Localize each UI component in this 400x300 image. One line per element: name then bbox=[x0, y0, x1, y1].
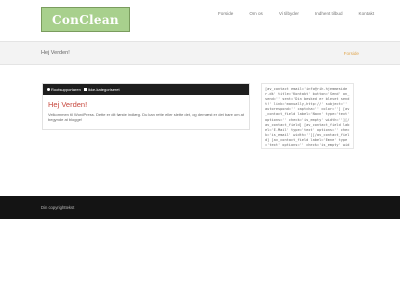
folder-icon bbox=[83, 88, 87, 91]
post-category[interactable]: Ikke-kategoriseret bbox=[83, 87, 120, 92]
site-footer: Din copyrighttekst bbox=[0, 196, 400, 219]
breadcrumb[interactable]: Forside bbox=[344, 51, 359, 56]
user-icon bbox=[47, 88, 50, 91]
site-logo[interactable]: ConClean bbox=[41, 7, 130, 32]
title-bar: Hej Verden! Forside bbox=[0, 41, 400, 65]
nav-item-vi-tilbyder[interactable]: Vi tilbyder bbox=[271, 10, 307, 17]
sidebar-widget: [av_contact email='info@rih-hjemmesider.… bbox=[261, 83, 354, 149]
nav-item-indhent-tilbud[interactable]: Indhent tilbud bbox=[307, 10, 351, 17]
nav-item-forside[interactable]: Forside bbox=[210, 10, 241, 17]
main-nav: Forside Om os Vi tilbyder Indhent tilbud… bbox=[210, 10, 382, 17]
copyright-text: Din copyrighttekst bbox=[41, 205, 75, 210]
post-body: Velkommen til WordPress. Dette er dit fø… bbox=[48, 112, 245, 123]
page-title: Hej Verden! bbox=[41, 50, 70, 56]
nav-item-kontakt[interactable]: Kontakt bbox=[351, 10, 383, 17]
sidebar-shortcode-text: [av_contact email='info@rih-hjemmesider.… bbox=[265, 87, 350, 148]
post-category-label: Ikke-kategoriseret bbox=[87, 87, 120, 92]
post-author-label: Rootsupportaren bbox=[51, 87, 81, 92]
post-author[interactable]: Rootsupportaren bbox=[47, 87, 81, 92]
logo-text: ConClean bbox=[52, 12, 119, 27]
site-header: ConClean Forside Om os Vi tilbyder Indhe… bbox=[0, 0, 400, 40]
post-meta-bar: Rootsupportaren Ikke-kategoriseret bbox=[43, 84, 249, 95]
nav-item-om-os[interactable]: Om os bbox=[241, 10, 271, 17]
blog-post: Rootsupportaren Ikke-kategoriseret Hej V… bbox=[42, 83, 250, 130]
post-title[interactable]: Hej Verden! bbox=[48, 100, 249, 109]
